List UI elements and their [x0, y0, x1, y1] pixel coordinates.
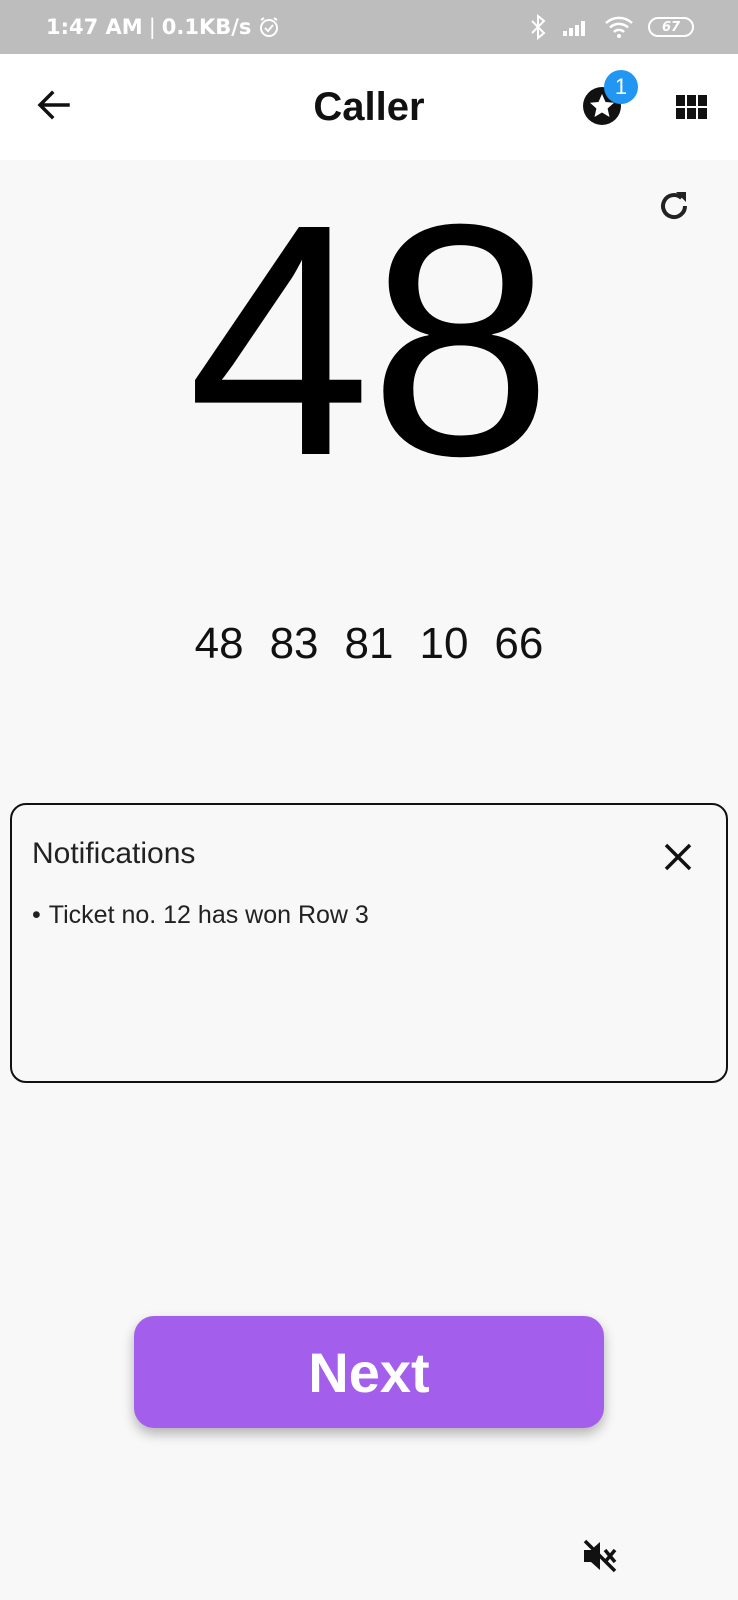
battery-icon: 67: [648, 17, 694, 37]
history-number: 83: [269, 619, 319, 668]
history-number: 81: [344, 619, 394, 668]
battery-level: 67: [661, 19, 681, 35]
history-number: 10: [419, 619, 469, 668]
grid-button[interactable]: [674, 90, 710, 126]
list-item: • Ticket no. 12 has won Row 3: [32, 901, 369, 930]
wifi-icon: [604, 15, 634, 39]
notification-badge: 1: [604, 70, 638, 104]
notification-text: Ticket no. 12 has won Row 3: [48, 901, 369, 929]
grid-icon: [674, 90, 710, 131]
notifications-title: Notifications: [32, 837, 196, 870]
status-speed: 0.1KB/s: [161, 15, 252, 39]
current-number: 48: [187, 155, 552, 524]
close-notifications-button[interactable]: [658, 837, 698, 877]
notifications-panel: Notifications • Ticket no. 12 has won Ro…: [10, 803, 728, 1083]
status-separator: |: [148, 15, 156, 39]
close-icon: [658, 837, 698, 882]
bluetooth-icon: [528, 14, 548, 40]
history-number: 48: [194, 619, 244, 668]
alarm-icon: [257, 15, 281, 39]
page-title: Caller: [313, 84, 425, 129]
back-button[interactable]: [32, 83, 76, 127]
arrow-back-icon: [32, 83, 76, 132]
status-right: 67: [528, 0, 694, 54]
called-numbers-history: 48 83 81 10 66: [0, 612, 738, 676]
next-button[interactable]: Next: [134, 1316, 604, 1428]
volume-off-icon: [580, 1536, 620, 1581]
notifications-list: • Ticket no. 12 has won Row 3: [32, 901, 369, 930]
signal-icon: [562, 17, 590, 37]
history-number: 66: [494, 619, 544, 668]
status-left: 1:47 AM | 0.1KB/s: [46, 0, 281, 54]
mute-button[interactable]: [580, 1536, 620, 1576]
status-time: 1:47 AM: [46, 15, 143, 39]
app-bar: Caller 1: [0, 54, 738, 160]
status-bar: 1:47 AM | 0.1KB/s 67: [0, 0, 738, 54]
list-bullet: •: [32, 901, 41, 929]
